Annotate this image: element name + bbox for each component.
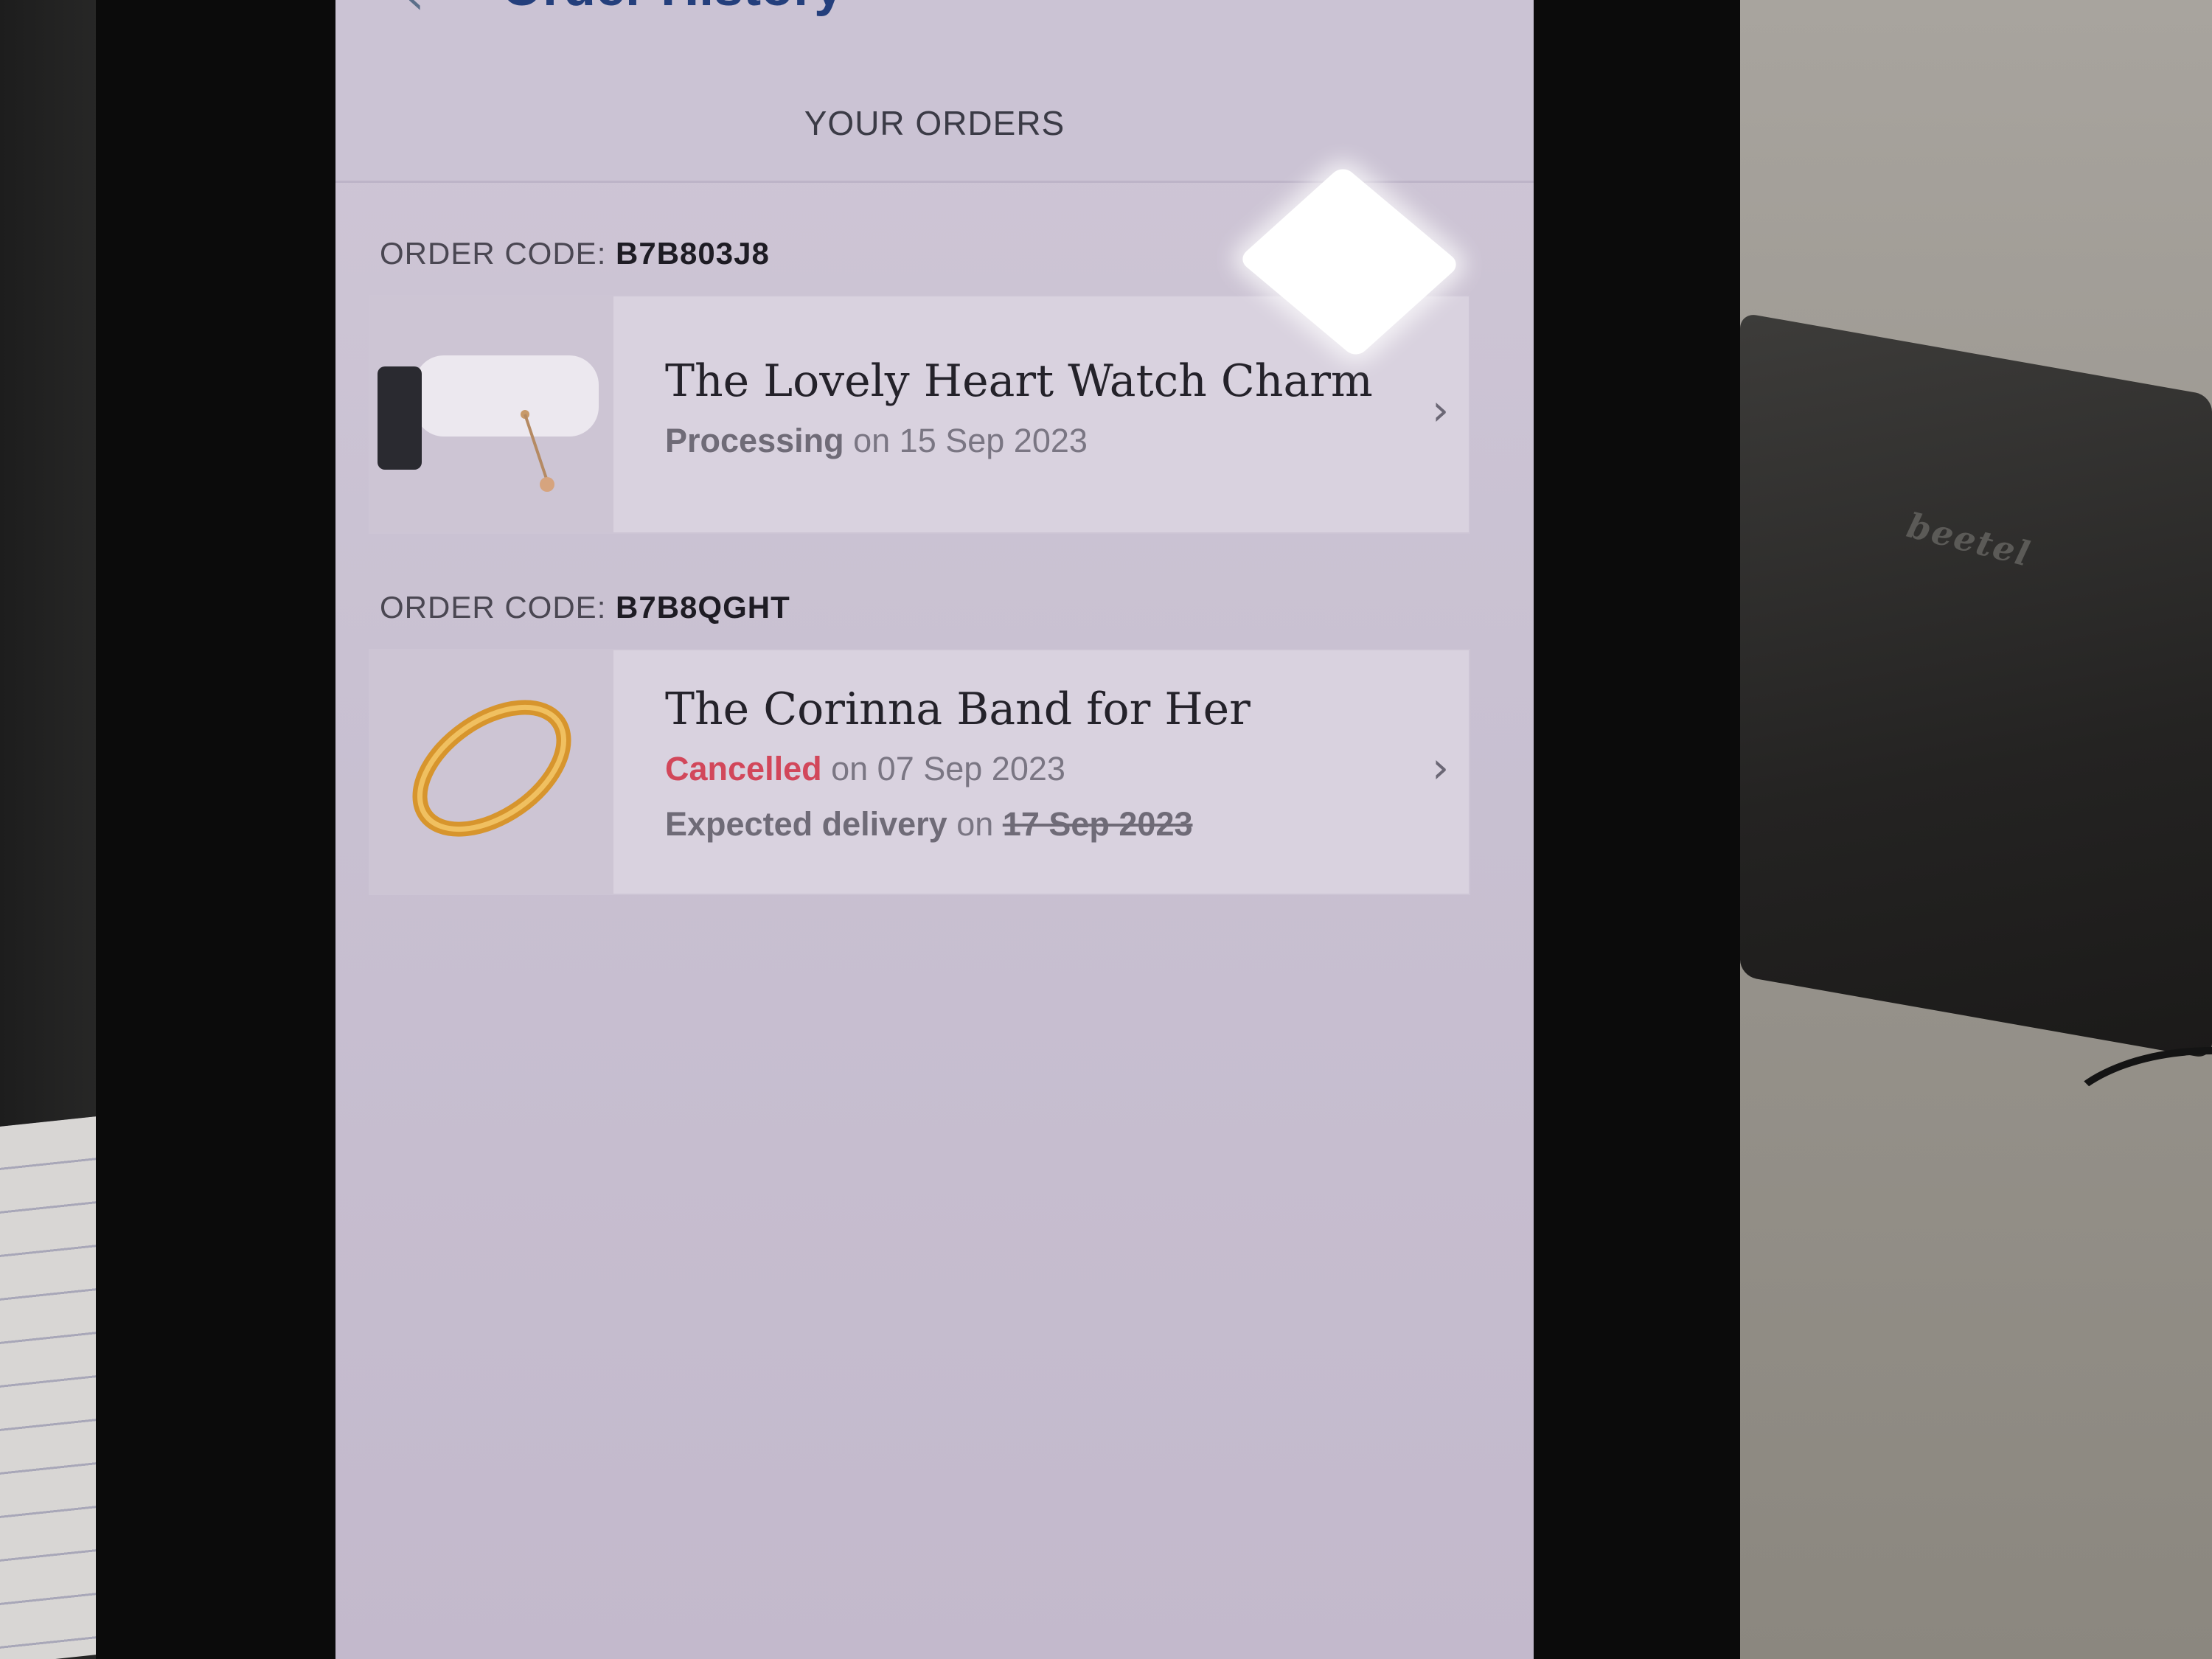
order-card-1[interactable]: The Lovely Heart Watch Charm Processing … (369, 295, 1470, 534)
order-status: Cancelled on 07 Sep 2023 (665, 750, 1065, 788)
order-code-label: ORDER CODE: (380, 236, 607, 271)
item-name: The Lovely Heart Watch Charm (665, 355, 1373, 407)
status-word: Cancelled (665, 750, 822, 787)
expected-delivery: Expected delivery on 17 Sep 2023 (665, 805, 1193, 844)
desk-phone-device (1740, 312, 2212, 1060)
gold-ring-icon (412, 700, 571, 837)
chevron-right-icon: › (1432, 742, 1450, 793)
top-bar: ‹ Order History YOUR ORDERS (335, 0, 1534, 183)
order-code-label-2: ORDER CODE: B7B8QGHT (380, 590, 790, 625)
order-code-label-1: ORDER CODE: B7B803J8 (380, 236, 770, 271)
item-name: The Corinna Band for Her (665, 684, 1251, 735)
order-status: Processing on 15 Sep 2023 (665, 422, 1088, 460)
section-title: YOUR ORDERS (804, 104, 1065, 142)
watch-charm-icon (378, 355, 599, 492)
order-card-2[interactable]: The Corinna Band for Her Cancelled on 07… (369, 649, 1470, 895)
notebook-paper (0, 1115, 111, 1659)
status-date: on 15 Sep 2023 (853, 422, 1088, 459)
chevron-right-icon: › (1432, 385, 1450, 435)
status-word: Processing (665, 422, 844, 459)
gold-ring-thumbnail (370, 650, 613, 894)
order-code-label: ORDER CODE: (380, 590, 607, 625)
back-button[interactable]: ‹ (406, 0, 457, 29)
chevron-left-icon: ‹ (406, 0, 425, 25)
app-screen: ‹ Order History YOUR ORDERS ORDER CODE: … (335, 0, 1534, 1659)
watch-charm-thumbnail (370, 296, 613, 532)
order-code-value: B7B803J8 (616, 236, 770, 271)
status-date: on 07 Sep 2023 (831, 750, 1065, 787)
photo-scene: beetel ‹ Order History YOUR ORDERS ORDER… (0, 0, 2212, 1659)
delivery-on: on (956, 805, 994, 843)
page-title: Order History (501, 0, 844, 18)
order-code-value: B7B8QGHT (616, 590, 790, 625)
delivery-label: Expected delivery (665, 805, 947, 843)
delivery-date: 17 Sep 2023 (1002, 805, 1193, 843)
